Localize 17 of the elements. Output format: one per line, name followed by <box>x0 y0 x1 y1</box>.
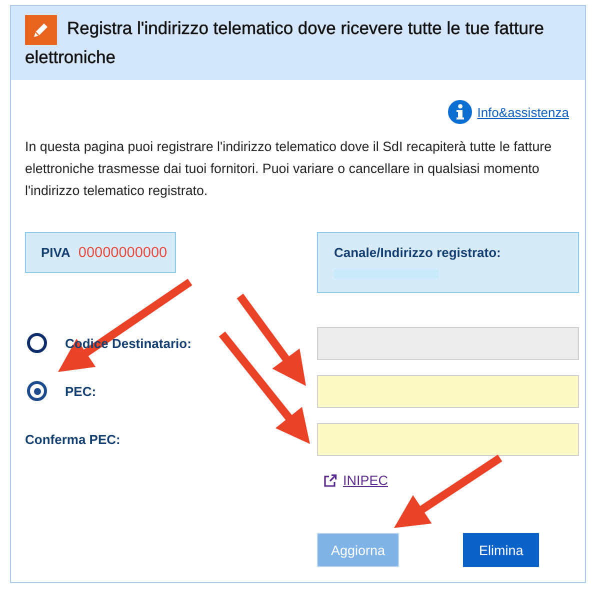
piva-label: PIVA <box>41 245 70 260</box>
panel-title: Registra l'indirizzo telematico dove ricevere tutte le tue fatture elettroniche <box>25 15 545 70</box>
piva-value: 00000000000 <box>78 244 168 260</box>
confirm-label: Conferma PEC: <box>25 432 120 446</box>
info-link[interactable]: Info&assistenza <box>448 100 569 124</box>
external-link-icon <box>323 474 337 488</box>
pencil-icon <box>25 15 57 45</box>
option-label: PEC: <box>65 384 96 398</box>
delete-button[interactable]: Elimina <box>463 533 540 567</box>
radio-button[interactable] <box>27 333 47 353</box>
info-icon <box>448 100 472 124</box>
intro-text: In questa pagina puoi registrare l'indirizzo telematico dove il SdI recapiterà tutte le fatture elettroniche trasmesse dai tuoi fornitori. Puoi variare o cancellare in qualsiasi momento l'indirizzo telematico registrato. <box>25 138 553 200</box>
inipec-link[interactable]: INIPEC <box>323 473 388 488</box>
input-field[interactable] <box>317 374 579 408</box>
registered-label: Canale/Indirizzo registrato: <box>334 245 502 260</box>
radio-button[interactable] <box>27 381 47 401</box>
input-field[interactable] <box>317 422 579 456</box>
